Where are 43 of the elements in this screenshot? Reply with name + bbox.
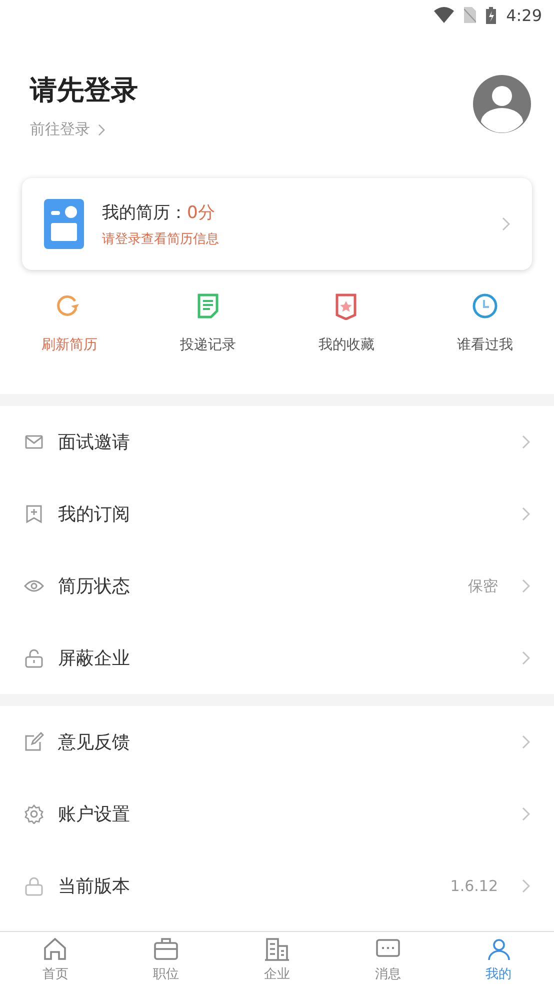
unlocked-padlock-icon	[24, 648, 44, 668]
chevron-icon	[502, 217, 510, 231]
chevron-icon	[522, 435, 530, 449]
chevron-icon	[522, 735, 530, 749]
gear-icon	[24, 804, 44, 824]
chevron-icon	[522, 651, 530, 665]
resume-icon	[44, 199, 84, 249]
quick-action[interactable]: 投递记录	[138, 292, 277, 394]
padlock-icon	[24, 876, 44, 896]
chevron-icon	[522, 579, 530, 593]
no-sim-icon	[464, 7, 476, 23]
home-icon	[42, 936, 68, 962]
resume-card[interactable]: 我的简历：0分 请登录查看简历信息	[22, 178, 532, 270]
chevron-icon	[98, 124, 105, 136]
clock-icon	[470, 292, 499, 320]
resume-hint: 请登录查看简历信息	[102, 230, 220, 248]
wifi-icon	[434, 7, 454, 23]
tab-bar-item[interactable]: 首页	[0, 932, 111, 986]
login-prompt-title: 请先登录	[30, 74, 138, 108]
tab-bar-item[interactable]: 企业	[222, 932, 332, 986]
resume-score: 0分	[187, 202, 215, 224]
bookmark-plus-icon	[24, 504, 44, 524]
status-time: 4:29	[506, 6, 542, 24]
tab-bar-item[interactable]: 职位	[110, 932, 222, 986]
building-icon	[264, 936, 290, 962]
chevron-icon	[522, 879, 530, 893]
quick-action[interactable]: 我的收藏	[277, 292, 416, 394]
tab-bar-item[interactable]: 消息	[332, 932, 444, 986]
menu-item[interactable]: 意见反馈	[0, 706, 554, 778]
chevron-icon	[522, 507, 530, 521]
menu-item[interactable]: 当前版本 1.6.12	[0, 850, 554, 922]
menu-item[interactable]: 简历状态 保密	[0, 550, 554, 622]
menu-item[interactable]: 屏蔽企业	[0, 622, 554, 694]
quick-action[interactable]: 谁看过我	[416, 292, 554, 394]
menu-item[interactable]: 我的订阅	[0, 478, 554, 550]
menu-item[interactable]: 账户设置	[0, 778, 554, 850]
resume-label: 我的简历：	[102, 202, 187, 224]
chevron-icon	[522, 807, 530, 821]
battery-charging-icon	[486, 6, 496, 24]
avatar-icon[interactable]	[472, 74, 532, 134]
menu-item[interactable]: 面试邀请	[0, 406, 554, 478]
edit-icon	[24, 732, 44, 752]
briefcase-icon	[153, 936, 180, 962]
